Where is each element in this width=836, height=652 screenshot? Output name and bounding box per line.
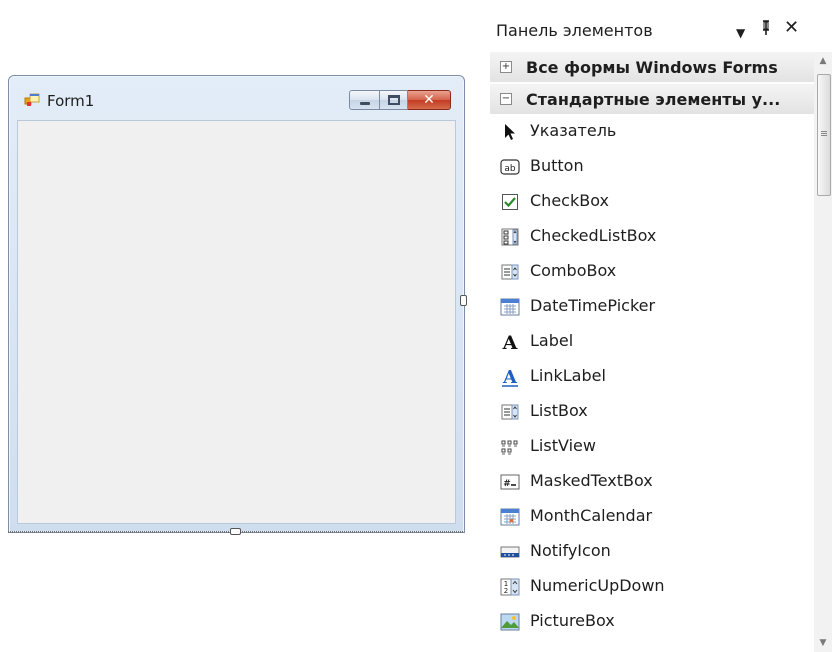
- tool-item-numericupdown[interactable]: 12 NumericUpDown: [490, 569, 814, 604]
- button-icon: ab: [500, 157, 520, 177]
- category-standard-controls[interactable]: − Стандартные элементы у...: [490, 84, 814, 114]
- tool-item-combobox[interactable]: ComboBox: [490, 254, 814, 289]
- tool-label: LinkLabel: [530, 366, 606, 385]
- tool-label: ListBox: [530, 401, 588, 420]
- grip-icon: [821, 131, 827, 132]
- listview-icon: [500, 437, 520, 457]
- linklabel-icon: A: [500, 367, 520, 387]
- pointer-icon: [500, 122, 520, 142]
- notifyicon-icon: [500, 542, 520, 562]
- svg-text:ab: ab: [504, 164, 516, 174]
- tool-item-pointer[interactable]: Указатель: [490, 114, 814, 149]
- toolbox-panel: Панель элементов ▼ ✕ + Все формы Windows…: [484, 12, 836, 652]
- category-label: Стандартные элементы у...: [526, 90, 781, 109]
- toolbox-title: Панель элементов: [496, 21, 653, 40]
- tool-label: ListView: [530, 436, 596, 455]
- form1-window[interactable]: Form1 ✕: [8, 75, 465, 533]
- pin-icon[interactable]: [760, 20, 772, 41]
- tool-item-checkbox[interactable]: CheckBox: [490, 184, 814, 219]
- form-icon: [24, 92, 40, 108]
- toolbox-scrollbar[interactable]: ▲ ▼: [814, 52, 832, 652]
- resize-handle-right[interactable]: [460, 295, 467, 306]
- checkedlistbox-icon: [500, 227, 520, 247]
- svg-text:A: A: [502, 367, 518, 387]
- tool-item-partial[interactable]: [490, 639, 814, 652]
- combobox-icon: [500, 262, 520, 282]
- tool-item-notifyicon[interactable]: NotifyIcon: [490, 534, 814, 569]
- svg-text:2: 2: [504, 587, 508, 595]
- tool-item-button[interactable]: ab Button: [490, 149, 814, 184]
- maximize-button[interactable]: [380, 90, 408, 110]
- tool-item-maskedtextbox[interactable]: # MaskedTextBox: [490, 464, 814, 499]
- resize-handle-bottom[interactable]: [230, 528, 241, 535]
- svg-text:#: #: [503, 479, 511, 489]
- label-icon: A: [500, 332, 520, 352]
- form-titlebar[interactable]: Form1 ✕: [9, 76, 464, 120]
- tool-label: MaskedTextBox: [530, 471, 653, 490]
- svg-text:A: A: [502, 332, 518, 352]
- dropdown-icon[interactable]: ▼: [736, 23, 745, 43]
- toolbox-header: Панель элементов ▼ ✕: [484, 12, 836, 50]
- form-title: Form1: [47, 92, 95, 110]
- toolbox-close-icon[interactable]: ✕: [784, 18, 799, 38]
- tool-label: DateTimePicker: [530, 296, 656, 315]
- tool-item-datetimepicker[interactable]: DateTimePicker: [490, 289, 814, 324]
- tool-label: MonthCalendar: [530, 506, 653, 525]
- collapse-icon[interactable]: −: [500, 93, 512, 105]
- listbox-icon: [500, 402, 520, 422]
- category-label: Все формы Windows Forms: [526, 58, 778, 77]
- progressbar-icon: [500, 647, 520, 652]
- tool-item-label[interactable]: A Label: [490, 324, 814, 359]
- scroll-up-arrow-icon[interactable]: ▲: [814, 52, 832, 70]
- datetimepicker-icon: [500, 297, 520, 317]
- tool-label: ComboBox: [530, 261, 617, 280]
- scroll-down-arrow-icon[interactable]: ▼: [814, 634, 832, 652]
- tool-label: Указатель: [530, 121, 617, 140]
- tool-item-linklabel[interactable]: A LinkLabel: [490, 359, 814, 394]
- close-icon: ✕: [423, 92, 435, 108]
- picturebox-icon: [500, 612, 520, 632]
- category-all-windows-forms[interactable]: + Все формы Windows Forms: [490, 52, 814, 82]
- caption-buttons: ✕: [349, 90, 451, 110]
- tool-label: Label: [530, 331, 574, 350]
- form-client-area[interactable]: [17, 120, 456, 524]
- maximize-icon: [388, 95, 400, 105]
- tool-label: CheckBox: [530, 191, 609, 210]
- tool-label: NotifyIcon: [530, 541, 611, 560]
- tool-item-monthcalendar[interactable]: MonthCalendar: [490, 499, 814, 534]
- tool-item-checkedlistbox[interactable]: CheckedListBox: [490, 219, 814, 254]
- tool-label: CheckedListBox: [530, 226, 657, 245]
- numericupdown-icon: 12: [500, 577, 520, 597]
- minimize-button[interactable]: [349, 90, 380, 110]
- tool-item-picturebox[interactable]: PictureBox: [490, 604, 814, 639]
- tool-item-listview[interactable]: ListView: [490, 429, 814, 464]
- tool-item-listbox[interactable]: ListBox: [490, 394, 814, 429]
- close-button[interactable]: ✕: [408, 90, 451, 110]
- minimize-icon: [360, 102, 370, 105]
- scroll-thumb[interactable]: [817, 74, 831, 196]
- checkbox-icon: [500, 192, 520, 212]
- expand-icon[interactable]: +: [500, 61, 512, 73]
- tool-label: NumericUpDown: [530, 576, 665, 595]
- maskedtextbox-icon: #: [500, 472, 520, 492]
- monthcalendar-icon: [500, 507, 520, 527]
- tool-label: PictureBox: [530, 611, 615, 630]
- tool-label: Button: [530, 156, 584, 175]
